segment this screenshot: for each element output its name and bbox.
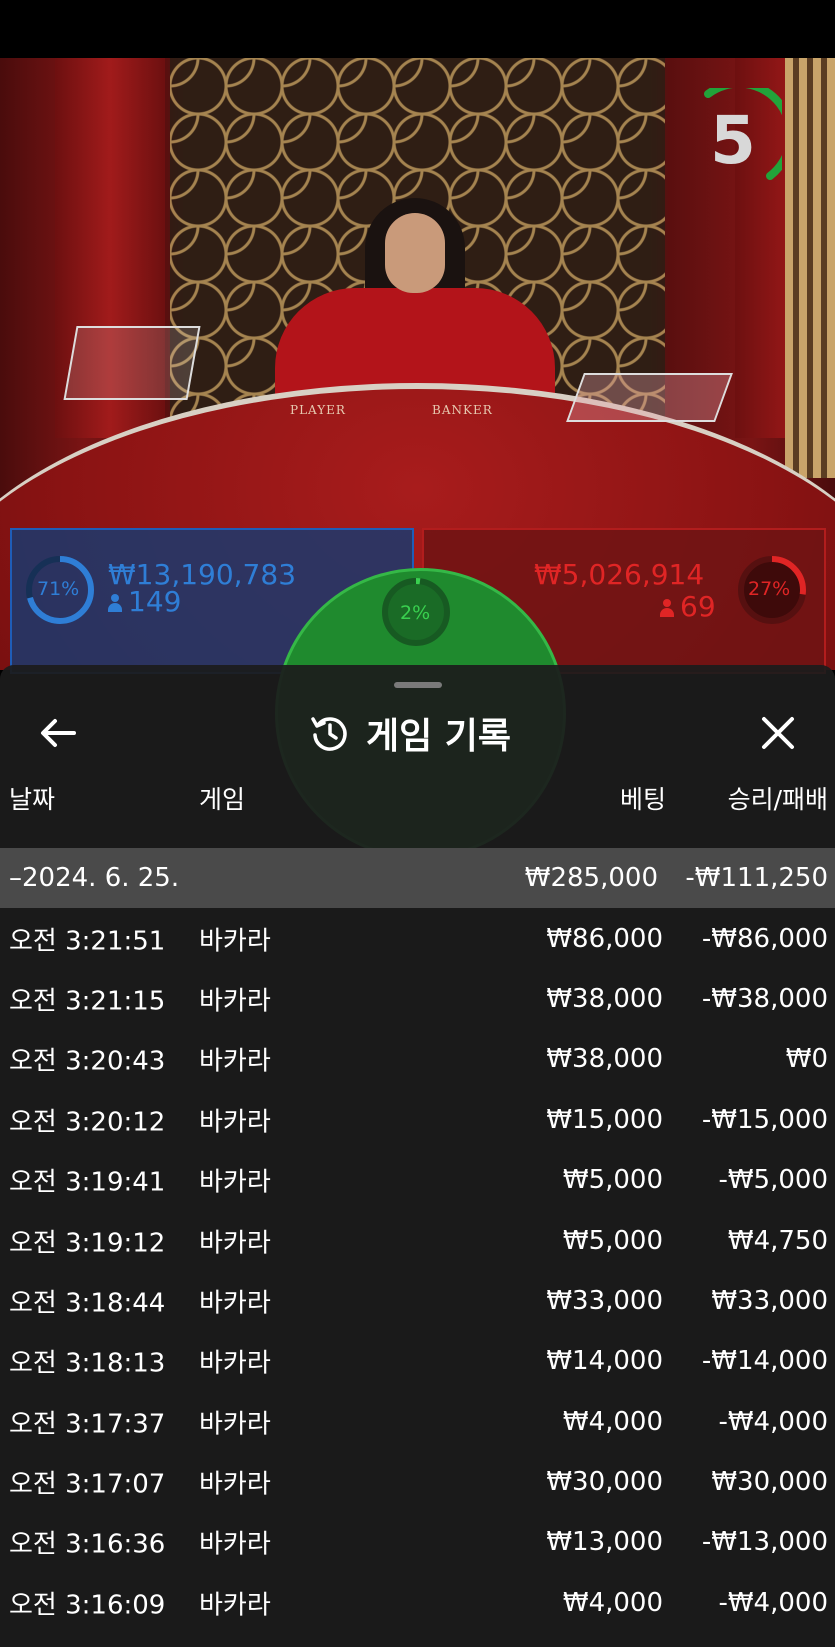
row-bet: ₩38,000: [546, 983, 663, 1014]
row-time: 오전 3:21:15: [9, 986, 166, 1017]
arrow-left-icon: [41, 719, 76, 747]
column-game: 게임: [199, 785, 246, 814]
group-date: –2024. 6. 25.: [9, 863, 180, 894]
row-game: 바카라: [199, 1046, 271, 1077]
game-history-sheet: 게임 기록 날짜 게임 베팅 승리/패배 –2024. 6. 25. ₩285,…: [0, 665, 835, 1647]
discard-tray: [566, 373, 733, 422]
row-bet: ₩5,000: [562, 1165, 663, 1196]
row-bet: ₩33,000: [546, 1285, 663, 1316]
row-game: 바카라: [199, 1590, 271, 1621]
row-time: 오전 3:17:37: [9, 1409, 166, 1440]
row-result: -₩4,000: [718, 1406, 828, 1437]
row-game: 바카라: [199, 1469, 271, 1500]
row-result: -₩13,000: [701, 1527, 828, 1558]
row-bet: ₩30,000: [546, 1467, 663, 1498]
row-result: ₩4,750: [727, 1225, 828, 1256]
row-result: ₩33,000: [711, 1285, 828, 1316]
wood-slats: [785, 58, 835, 478]
player-percent: 71%: [37, 578, 80, 600]
row-time: 오전 3:18:44: [9, 1288, 166, 1319]
row-result: -₩5,000: [718, 1165, 828, 1196]
history-row[interactable]: 오전 3:16:09 바카라 ₩4,000 -₩4,000: [0, 1573, 835, 1633]
row-time: 오전 3:21:51: [9, 926, 166, 957]
history-row[interactable]: 오전 3:18:44 바카라 ₩33,000 ₩33,000: [0, 1271, 835, 1331]
row-game: 바카라: [199, 986, 271, 1017]
row-bet: ₩5,000: [562, 1225, 663, 1256]
history-row[interactable]: 오전 3:19:41 바카라 ₩5,000 -₩5,000: [0, 1150, 835, 1210]
row-time: 오전 3:18:13: [9, 1348, 166, 1379]
row-time: 오전 3:20:12: [9, 1107, 166, 1138]
row-bet: ₩4,000: [562, 1406, 663, 1437]
row-bet: ₩4,000: [562, 1587, 663, 1618]
column-result: 승리/패배: [727, 785, 828, 814]
banker-bettor-count: 69: [660, 590, 716, 623]
row-game: 바카라: [199, 1529, 271, 1560]
column-date: 날짜: [9, 785, 56, 814]
row-bet: ₩13,000: [546, 1527, 663, 1558]
back-button[interactable]: [28, 703, 88, 763]
history-icon: [311, 717, 347, 751]
row-result: -₩38,000: [701, 983, 828, 1014]
row-result: -₩4,000: [718, 1587, 828, 1618]
row-result: -₩14,000: [701, 1346, 828, 1377]
felt-banker-label: BANKER: [432, 403, 493, 417]
row-time: 오전 3:16:36: [9, 1529, 166, 1560]
dealer-face: [385, 213, 445, 293]
history-row[interactable]: 오전 3:21:51 바카라 ₩86,000 -₩86,000: [0, 908, 835, 968]
history-row[interactable]: 오전 3:20:12 바카라 ₩15,000 -₩15,000: [0, 1090, 835, 1150]
history-row[interactable]: 오전 3:17:07 바카라 ₩30,000 ₩30,000: [0, 1452, 835, 1512]
row-game: 바카라: [199, 1348, 271, 1379]
row-result: -₩86,000: [701, 923, 828, 954]
history-row[interactable]: 오전 3:20:43 바카라 ₩38,000 ₩0: [0, 1029, 835, 1089]
table-header: 날짜 게임 베팅 승리/패배: [0, 780, 835, 825]
banker-percent: 27%: [748, 578, 791, 600]
sheet-header: 게임 기록: [310, 707, 511, 759]
date-group-row[interactable]: –2024. 6. 25. ₩285,000 -₩111,250: [0, 848, 835, 909]
history-row[interactable]: 오전 3:17:37 바카라 ₩4,000 -₩4,000: [0, 1392, 835, 1452]
row-result: ₩30,000: [711, 1467, 828, 1498]
player-bettor-count: 149: [108, 585, 181, 618]
row-time: 오전 3:16:09: [9, 1590, 166, 1621]
row-time: 오전 3:19:12: [9, 1228, 166, 1259]
banker-total-amount: ₩5,026,914: [534, 558, 705, 591]
row-time: 오전 3:19:41: [9, 1167, 166, 1198]
sheet-drag-handle[interactable]: [394, 682, 442, 688]
row-game: 바카라: [199, 1167, 271, 1198]
history-list: –2024. 6. 25. ₩285,000 -₩111,250 오전 3:21…: [0, 848, 835, 1633]
row-result: ₩0: [785, 1044, 828, 1075]
card-shoe: [63, 326, 201, 400]
history-row[interactable]: 오전 3:21:15 바카라 ₩38,000 -₩38,000: [0, 969, 835, 1029]
row-bet: ₩38,000: [546, 1044, 663, 1075]
row-time: 오전 3:17:07: [9, 1469, 166, 1500]
row-bet: ₩14,000: [546, 1346, 663, 1377]
felt-player-label: PLAYER: [290, 403, 346, 417]
close-button[interactable]: [748, 703, 808, 763]
close-icon: [762, 717, 794, 749]
row-game: 바카라: [199, 1409, 271, 1440]
row-time: 오전 3:20:43: [9, 1046, 166, 1077]
tie-percent: 2%: [400, 602, 431, 624]
history-row[interactable]: 오전 3:16:36 바카라 ₩13,000 -₩13,000: [0, 1512, 835, 1572]
row-game: 바카라: [199, 1228, 271, 1259]
history-row[interactable]: 오전 3:18:13 바카라 ₩14,000 -₩14,000: [0, 1331, 835, 1391]
row-bet: ₩86,000: [546, 923, 663, 954]
row-result: -₩15,000: [701, 1104, 828, 1135]
status-bar: [0, 0, 835, 58]
person-icon: [660, 599, 674, 617]
person-icon: [108, 594, 122, 612]
countdown-number: 5: [710, 102, 756, 179]
row-game: 바카라: [199, 1107, 271, 1138]
group-result-total: -₩111,250: [685, 863, 828, 894]
sheet-title: 게임 기록: [366, 716, 512, 757]
history-row[interactable]: 오전 3:19:12 바카라 ₩5,000 ₩4,750: [0, 1210, 835, 1270]
column-bet: 베팅: [619, 785, 666, 814]
group-bet-total: ₩285,000: [524, 863, 658, 894]
row-bet: ₩15,000: [546, 1104, 663, 1135]
row-game: 바카라: [199, 926, 271, 957]
row-game: 바카라: [199, 1288, 271, 1319]
